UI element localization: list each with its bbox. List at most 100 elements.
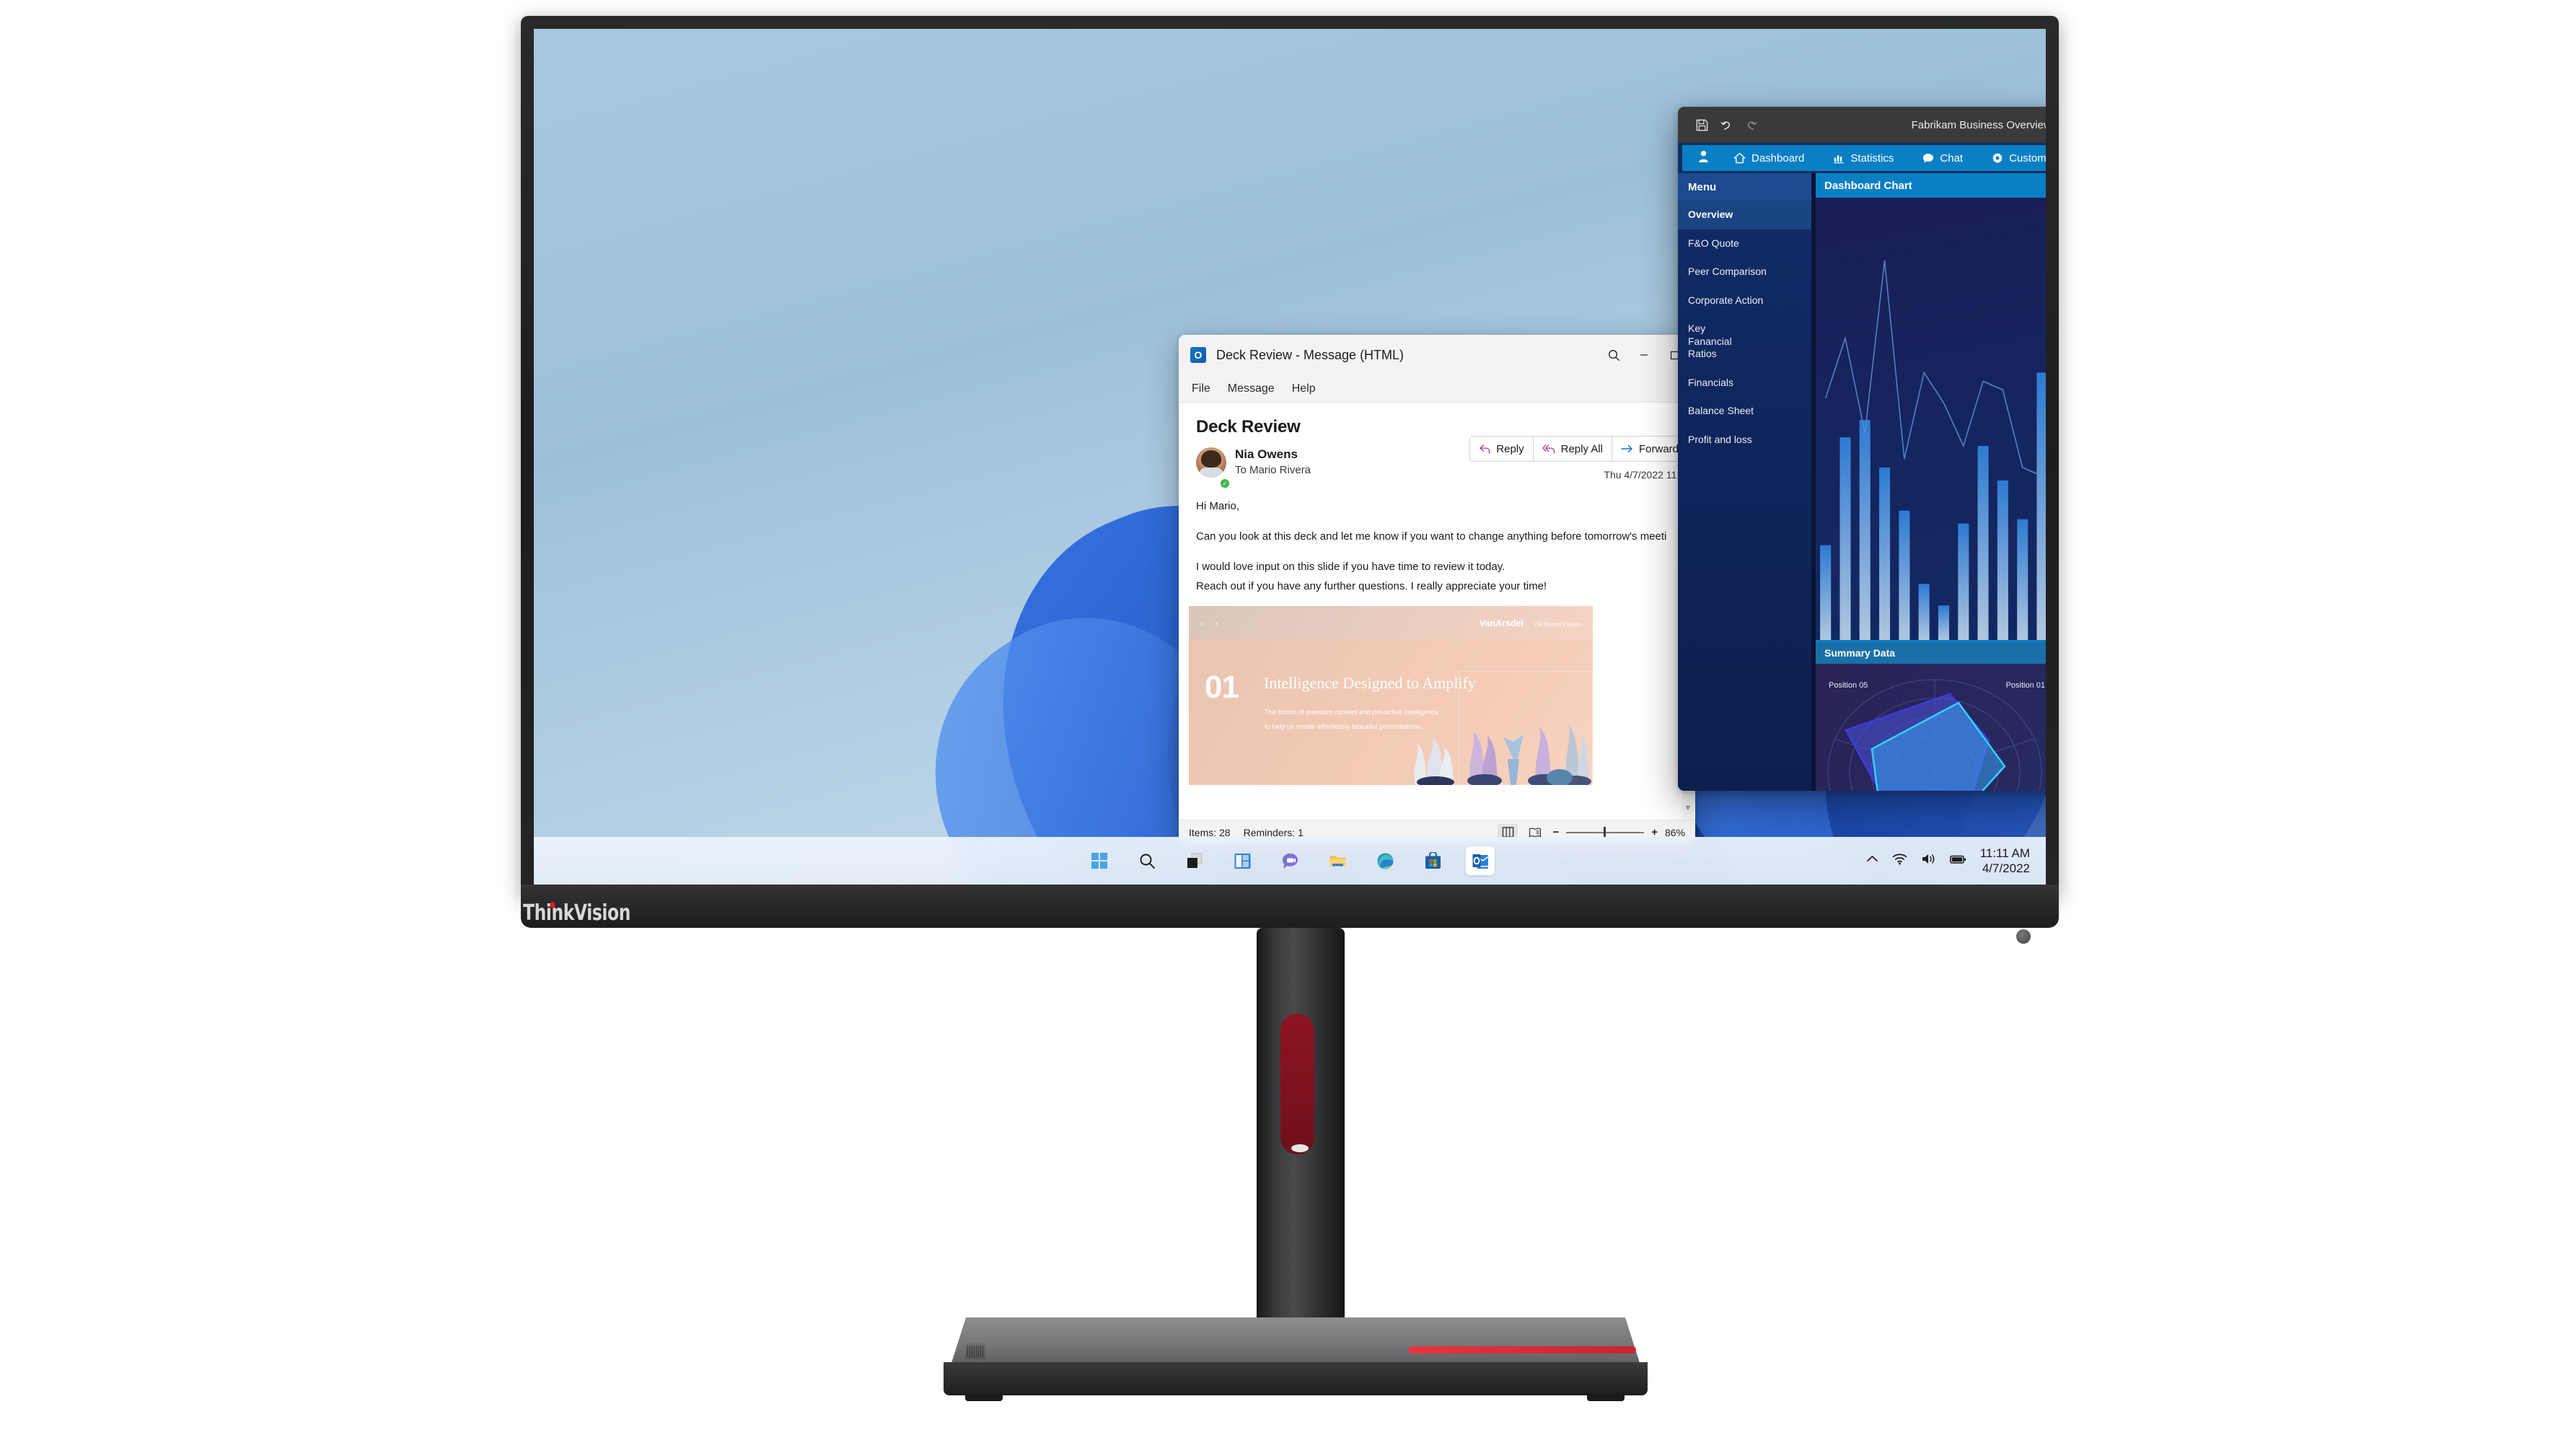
powerbi-navbar: Dashboard Statistics Chat Customization [1678,143,2046,173]
summary-data-title: Summary Data [1816,642,2046,664]
nav-item-chat[interactable]: Chat [1908,145,1977,171]
sidebar-item-peer-comparison[interactable]: Peer Comparison [1678,258,1811,286]
zoom-slider[interactable] [1566,826,1645,838]
monitor-screen: Deck Review - Message (HTML) File Messag… [534,29,2046,885]
summary-radar-chart[interactable]: Position 05 Position 01 [1816,664,2046,791]
start-icon[interactable] [1085,846,1114,875]
redo-icon[interactable] [1738,113,1763,137]
monitor-base-top [951,1317,1640,1365]
message-action-buttons: Reply Reply All Forward [1469,436,1688,462]
volume-icon[interactable] [1921,853,1936,869]
summary-data-panel: Position 05 Position 01 +34.4% +34.4% +3… [1816,664,2046,791]
message-timestamp: Thu 4/7/2022 11:1 [1604,469,1685,481]
slide-number: 01 [1205,670,1239,705]
search-icon[interactable] [1133,846,1161,875]
outlook-window-title: Deck Review - Message (HTML) [1216,347,1405,362]
gear-icon [1992,152,2003,164]
outlook-titlebar: Deck Review - Message (HTML) [1179,335,1695,375]
chat-bubble-icon [1923,153,1934,163]
bar-chart-icon [1834,155,1844,164]
message-text: Hi Mario, Can you look at this deck and … [1186,478,1688,597]
reply-arrow-icon [1480,444,1490,454]
monitor-assembly: Deck Review - Message (HTML) File Messag… [0,0,2576,1443]
sidebar-item-corporate-action[interactable]: Corporate Action [1678,286,1811,315]
sidebar-item-profit-and-loss[interactable]: Profit and loss [1678,426,1811,455]
clock-date: 4/7/2022 [1982,861,2030,875]
outlook-icon [1190,347,1206,363]
search-icon[interactable] [1599,341,1629,369]
menu-item-message[interactable]: Message [1228,382,1275,395]
body-line-closing: Reach out if you have any further questi… [1196,580,1547,593]
cable-management-slot [1280,1014,1314,1154]
body-line-input: I would love input on this slide if you … [1196,560,1505,573]
sidebar-item-financials[interactable]: Financials [1678,369,1811,398]
sidebar-item-key-financial-ratios[interactable]: Key Fanancial Ratios [1678,315,1750,369]
powerbi-main-panel: Dashboard Chart Summary Data Position 05… [1811,173,2046,791]
outlook-menubar: File Message Help [1179,375,1695,403]
teams-icon[interactable] [1275,846,1304,875]
lenovo-badge [965,1343,985,1359]
power-led-indicator[interactable] [2016,929,2031,944]
slide-heading: Intelligence Designed to Amplify [1264,674,1476,692]
clock[interactable]: 11:11 AM 4/7/2022 [1980,846,2030,876]
slide-brand: VanArsdel VA Shared Design [1480,618,1581,628]
reply-all-button[interactable]: Reply All [1533,436,1612,462]
reply-label: Reply [1496,442,1524,455]
menu-item-help[interactable]: Help [1292,382,1316,395]
system-tray: 11:11 AM 4/7/2022 [1866,837,2036,885]
base-foot-right [1587,1394,1625,1401]
outlook-message-body: Deck Review ✓ Nia Owens To Mario Rivera … [1179,403,1695,820]
nav-label-customization: Customization [2009,152,2046,165]
monitor-base-bottom [944,1362,1648,1395]
battery-icon[interactable] [1949,854,1966,868]
home-icon [1733,152,1746,164]
forward-button[interactable]: Forward [1612,436,1688,462]
taskbar-icon-group [1085,846,1495,875]
edge-icon[interactable] [1371,846,1399,875]
cable-pass-through-hole [1291,1144,1309,1152]
dashboard-chart[interactable] [1816,198,2046,642]
undo-icon[interactable] [1714,113,1738,137]
file-explorer-icon[interactable] [1323,846,1352,875]
nav-label-dashboard: Dashboard [1751,152,1805,165]
sidebar-item-balance-sheet[interactable]: Balance Sheet [1678,397,1811,426]
task-view-icon[interactable] [1180,846,1209,875]
menu-item-file[interactable]: File [1192,382,1210,395]
thinkvision-logo: ThinkVision [523,900,630,926]
wifi-icon[interactable] [1892,853,1907,869]
radar-label-position-01: Position 01 [2005,681,2045,690]
slide-prev-icon[interactable]: ‹ [1200,618,1203,628]
slide-brand-sub: VA Shared Design [1533,620,1581,628]
show-hidden-icons[interactable] [1866,854,1878,867]
forward-label: Forward [1638,442,1679,455]
nav-label-chat: Chat [1940,152,1964,165]
presence-badge: ✓ [1219,478,1231,489]
sidebar-item-overview[interactable]: Overview [1678,201,1811,229]
save-icon[interactable] [1689,113,1714,137]
body-line-greeting: Hi Mario, [1196,500,1240,512]
windows-taskbar: 11:11 AM 4/7/2022 [534,837,2046,885]
outlook-icon[interactable] [1466,846,1495,875]
slide-preview[interactable]: ‹ › VanArsdel VA Shared Design 01 Intell… [1189,606,1593,785]
nav-item-statistics[interactable]: Statistics [1819,145,1908,171]
slide-next-icon[interactable]: › [1215,618,1218,628]
dashboard-chart-svg [1820,260,2046,640]
minimize-icon[interactable] [1629,341,1659,369]
reply-all-label: Reply All [1560,442,1603,455]
nav-item-customization[interactable]: Customization [1977,145,2046,171]
forward-arrow-icon [1621,444,1632,453]
powerbi-desktop-window[interactable]: Fabrikam Business Overview - PowerBI Des… [1678,107,2046,791]
reply-button[interactable]: Reply [1469,436,1534,462]
nav-item-dashboard[interactable]: Dashboard [1719,145,1819,171]
sidebar-item-fo-quote[interactable]: F&O Quote [1678,229,1811,258]
slide-topbar: ‹ › VanArsdel VA Shared Design [1189,606,1593,639]
avatar [1196,447,1226,478]
widgets-icon[interactable] [1228,846,1257,875]
reply-all-arrow-icon [1542,444,1555,454]
scroll-down-arrow-icon[interactable]: ▼ [1682,804,1694,812]
monitor-chin [521,885,2059,928]
outlook-message-window[interactable]: Deck Review - Message (HTML) File Messag… [1179,335,1695,844]
person-icon[interactable] [1682,150,1719,167]
store-icon[interactable] [1418,846,1447,875]
slide-plant-illustration [1414,724,1591,785]
